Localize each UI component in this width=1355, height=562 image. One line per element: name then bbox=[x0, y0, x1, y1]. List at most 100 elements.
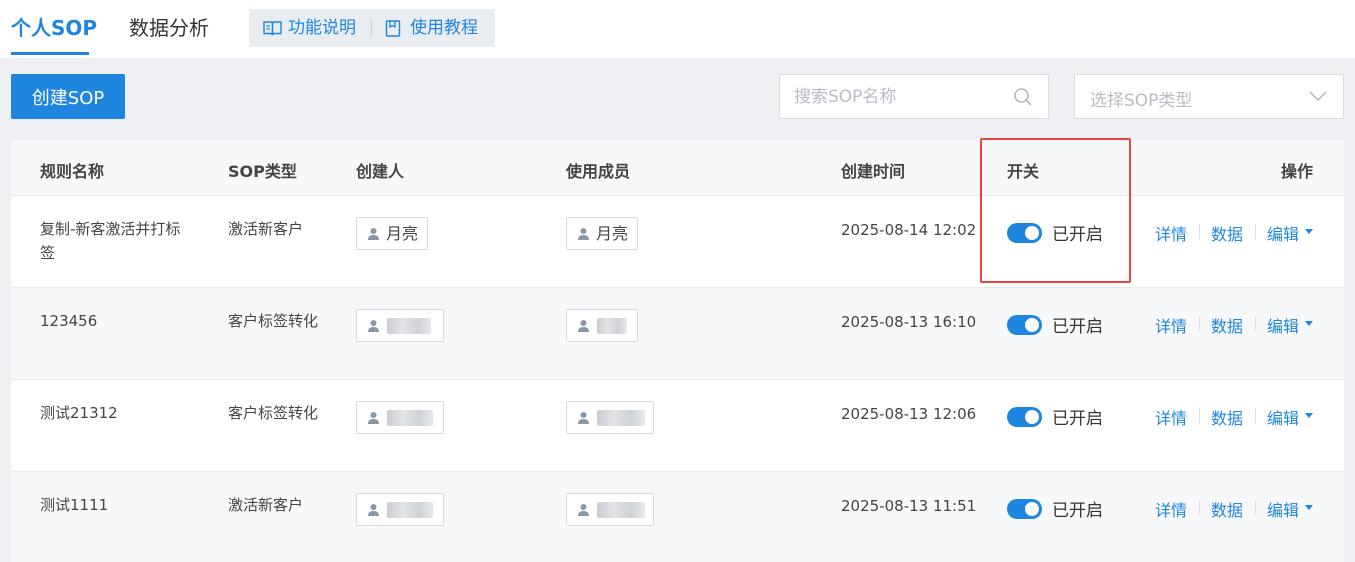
creator-tag bbox=[356, 493, 444, 526]
member-tag bbox=[566, 401, 654, 434]
sop-type-select[interactable]: 选择SOP类型 bbox=[1074, 74, 1344, 119]
divider bbox=[1199, 316, 1200, 331]
edit-dropdown[interactable]: 编辑 bbox=[1267, 313, 1299, 337]
caret-down-icon[interactable] bbox=[1305, 413, 1313, 418]
feature-description-label: 功能说明 bbox=[288, 18, 356, 38]
divider bbox=[1255, 316, 1256, 331]
edit-dropdown[interactable]: 编辑 bbox=[1267, 497, 1299, 521]
header-switch: 开关 bbox=[1007, 162, 1040, 181]
rule-name: 测试21312 bbox=[40, 404, 118, 422]
toggle-knob bbox=[1025, 318, 1039, 332]
toggle-knob bbox=[1025, 502, 1039, 516]
divider bbox=[1199, 500, 1200, 515]
sop-type: 激活新客户 bbox=[228, 496, 304, 514]
data-link[interactable]: 数据 bbox=[1211, 221, 1243, 245]
edit-dropdown[interactable]: 编辑 bbox=[1267, 405, 1299, 429]
toggle-status: 已开启 bbox=[1052, 501, 1103, 521]
blurred-name bbox=[597, 410, 645, 426]
header-actions: 操作 bbox=[1281, 162, 1314, 181]
creator-tag: 月亮 bbox=[356, 217, 428, 250]
person-icon bbox=[368, 228, 379, 240]
sop-search-input[interactable] bbox=[794, 85, 1004, 109]
header-sop-type: SOP类型 bbox=[228, 162, 297, 181]
person-icon bbox=[578, 320, 589, 332]
chevron-down-icon bbox=[1309, 91, 1327, 102]
toggle-status: 已开启 bbox=[1052, 409, 1103, 429]
created-time: 2025-08-13 11:51 bbox=[841, 497, 977, 515]
divider bbox=[1255, 500, 1256, 515]
sop-type: 客户标签转化 bbox=[228, 312, 319, 330]
data-link[interactable]: 数据 bbox=[1211, 497, 1243, 521]
toggle-knob bbox=[1025, 226, 1039, 240]
table-row: 123456 客户标签转化 2025-08-13 16:10 已开启 详情 数据… bbox=[11, 288, 1344, 380]
person-icon bbox=[578, 412, 589, 424]
enable-toggle[interactable] bbox=[1007, 223, 1042, 243]
sop-type: 激活新客户 bbox=[228, 220, 304, 238]
sop-search-box bbox=[779, 74, 1049, 119]
sop-type: 客户标签转化 bbox=[228, 404, 319, 422]
blurred-name bbox=[597, 318, 627, 334]
enable-toggle[interactable] bbox=[1007, 499, 1042, 519]
blurred-name bbox=[597, 502, 645, 518]
tutorial-label: 使用教程 bbox=[410, 18, 478, 38]
open-book-icon bbox=[263, 21, 282, 36]
divider bbox=[1255, 408, 1256, 423]
person-icon bbox=[368, 320, 379, 332]
person-icon bbox=[578, 228, 589, 240]
divider bbox=[371, 20, 372, 36]
header-rule-name: 规则名称 bbox=[40, 162, 105, 181]
rule-name: 测试1111 bbox=[40, 496, 109, 514]
detail-link[interactable]: 详情 bbox=[1155, 313, 1187, 337]
enable-toggle[interactable] bbox=[1007, 407, 1042, 427]
detail-link[interactable]: 详情 bbox=[1155, 221, 1187, 245]
created-time: 2025-08-13 12:06 bbox=[841, 405, 977, 423]
caret-down-icon[interactable] bbox=[1305, 505, 1313, 510]
creator-tag bbox=[356, 401, 444, 434]
caret-down-icon[interactable] bbox=[1305, 229, 1313, 234]
divider bbox=[1199, 224, 1200, 239]
active-tab-indicator bbox=[11, 52, 89, 55]
blurred-name bbox=[387, 410, 433, 426]
divider bbox=[1255, 224, 1256, 239]
blurred-name bbox=[387, 318, 431, 334]
header-creator: 创建人 bbox=[356, 162, 405, 181]
rule-name: 123456 bbox=[40, 312, 98, 330]
table-row: 测试21312 客户标签转化 2025-08-13 12:06 已开启 详情 数… bbox=[11, 380, 1344, 472]
tab-personal-sop[interactable]: 个人SOP bbox=[11, 14, 97, 42]
created-time: 2025-08-14 12:02 bbox=[841, 221, 977, 239]
created-time: 2025-08-13 16:10 bbox=[841, 313, 977, 331]
caret-down-icon[interactable] bbox=[1305, 321, 1313, 326]
help-links-bar: 功能说明 使用教程 bbox=[249, 9, 495, 47]
person-icon bbox=[368, 504, 379, 516]
edit-dropdown[interactable]: 编辑 bbox=[1267, 221, 1299, 245]
data-link[interactable]: 数据 bbox=[1211, 313, 1243, 337]
creator-name: 月亮 bbox=[386, 224, 419, 243]
sop-type-placeholder: 选择SOP类型 bbox=[1090, 91, 1193, 111]
table-row: 复制-新客激活并打标签 激活新客户 月亮 月亮 2025-08-14 12:02… bbox=[11, 196, 1344, 288]
enable-toggle[interactable] bbox=[1007, 315, 1042, 335]
toggle-status: 已开启 bbox=[1052, 317, 1103, 337]
rule-name: 复制-新客激活并打标签 bbox=[40, 220, 181, 262]
member-name: 月亮 bbox=[596, 224, 629, 243]
sop-table: 规则名称 SOP类型 创建人 使用成员 创建时间 开关 操作 复制-新客激活并打… bbox=[11, 140, 1344, 562]
top-tab-bar: 个人SOP 数据分析 功能说明 使用教程 bbox=[0, 0, 1355, 58]
toggle-status: 已开启 bbox=[1052, 225, 1103, 245]
person-icon bbox=[578, 504, 589, 516]
detail-link[interactable]: 详情 bbox=[1155, 405, 1187, 429]
create-sop-button[interactable]: 创建SOP bbox=[11, 74, 125, 119]
data-link[interactable]: 数据 bbox=[1211, 405, 1243, 429]
header-members: 使用成员 bbox=[566, 162, 631, 181]
blurred-name bbox=[387, 502, 433, 518]
document-icon bbox=[385, 20, 401, 37]
tab-data-analysis[interactable]: 数据分析 bbox=[129, 14, 209, 42]
person-icon bbox=[368, 412, 379, 424]
creator-tag bbox=[356, 309, 444, 342]
detail-link[interactable]: 详情 bbox=[1155, 497, 1187, 521]
table-header: 规则名称 SOP类型 创建人 使用成员 创建时间 开关 操作 bbox=[11, 140, 1344, 196]
member-tag bbox=[566, 493, 654, 526]
table-row: 测试1111 激活新客户 2025-08-13 11:51 已开启 详情 数据 … bbox=[11, 472, 1344, 562]
member-tag: 月亮 bbox=[566, 217, 638, 250]
search-icon[interactable] bbox=[1013, 87, 1033, 107]
header-created-time: 创建时间 bbox=[841, 162, 906, 181]
toggle-knob bbox=[1025, 410, 1039, 424]
